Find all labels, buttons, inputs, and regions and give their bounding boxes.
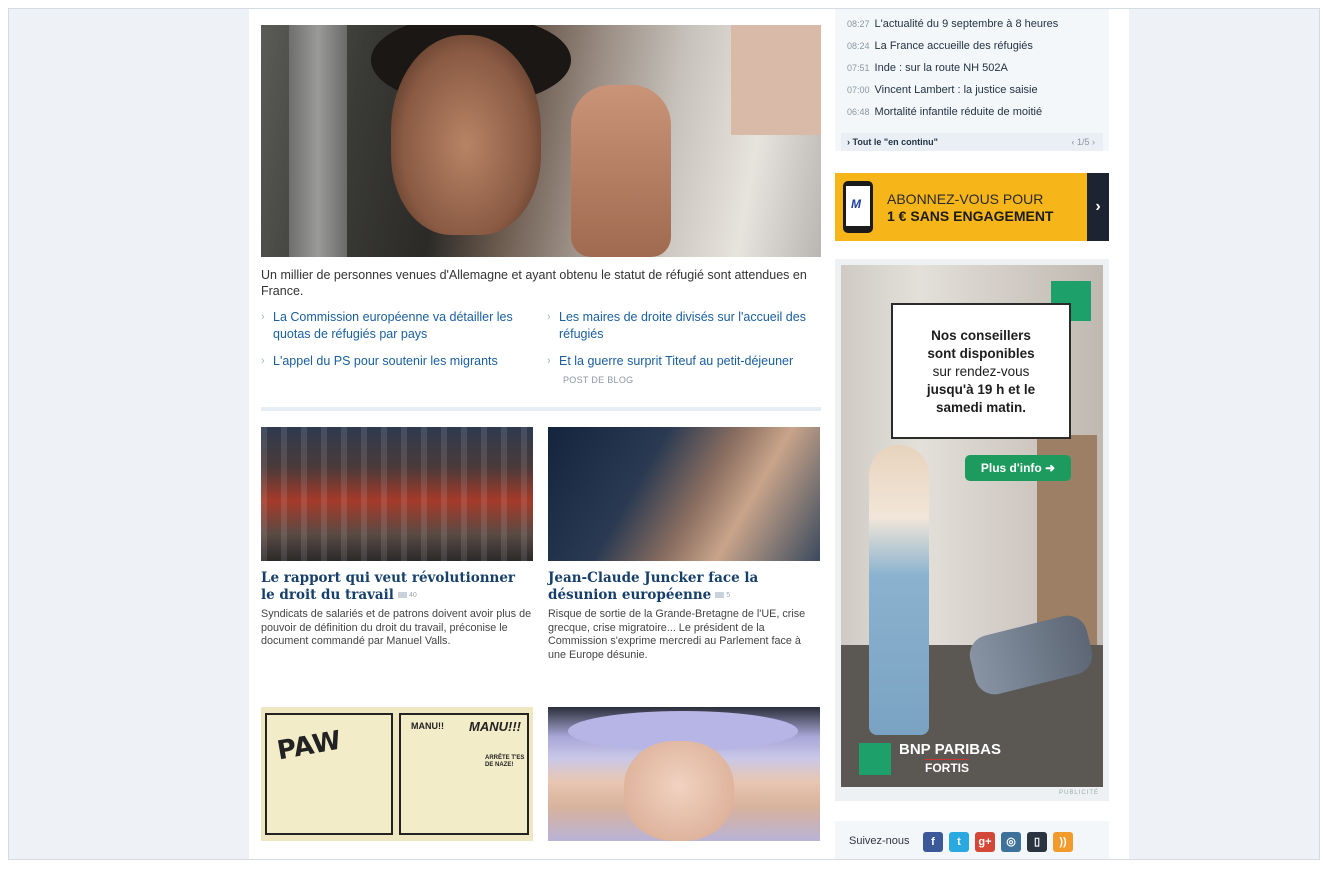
article-summary: Syndicats de salariés et de patrons doiv… bbox=[261, 608, 532, 647]
browser-viewport: Un millier de personnes venues d'Allemag… bbox=[8, 8, 1320, 860]
comic-bubble: ARRÊTE T'ES DE NAZE! bbox=[485, 755, 525, 768]
live-news-item[interactable]: 08:27 L'actualité du 9 septembre à 8 heur… bbox=[847, 17, 1058, 31]
face-shape bbox=[624, 741, 734, 841]
related-link-quotas[interactable]: La Commission européenne va détailler le… bbox=[261, 309, 531, 343]
follow-label: Suivez-nous bbox=[849, 835, 910, 847]
article-title[interactable]: Jean-Claude Juncker face la désunion eur… bbox=[548, 570, 820, 604]
live-news-widget: 08:27 L'actualité du 9 septembre à 8 heur… bbox=[835, 9, 1109, 151]
protest-photo[interactable] bbox=[261, 427, 533, 561]
ad-message-box: Nos conseillers sont disponibles sur ren… bbox=[891, 303, 1071, 439]
related-link-titeuf[interactable]: Et la guerre surprit Titeuf au petit-déj… bbox=[547, 353, 821, 370]
article-card-queen[interactable] bbox=[548, 707, 820, 841]
bnp-star-icon bbox=[859, 743, 891, 775]
brand-logo: M bbox=[851, 197, 861, 211]
blog-post-tag: POST DE BLOG bbox=[563, 375, 634, 385]
all-live-news-link[interactable]: › Tout le "en continu" bbox=[847, 137, 938, 147]
comic-panel: MANU!! MANU!!! ARRÊTE T'ES DE NAZE! bbox=[399, 713, 529, 835]
section-divider bbox=[261, 407, 821, 411]
twitter-icon[interactable]: t bbox=[949, 832, 969, 852]
live-news-footer: › Tout le "en continu" ‹ 1/5 › bbox=[841, 133, 1103, 151]
face-shape bbox=[391, 35, 541, 235]
chevron-right-icon[interactable]: › bbox=[1087, 173, 1109, 241]
queen-photo[interactable] bbox=[548, 707, 820, 841]
live-news-item[interactable]: 06:48 Mortalité infantile réduite de moit… bbox=[847, 105, 1042, 119]
background-window bbox=[731, 25, 821, 135]
comic-bubble: MANU!!! bbox=[469, 719, 521, 734]
ad-label: PUBLICITÉ bbox=[1058, 790, 1099, 796]
related-link-appel-ps[interactable]: L'appel du PS pour soutenir les migrants bbox=[261, 353, 531, 370]
comic-panel: PAW bbox=[265, 713, 393, 835]
comic-bubble: MANU!! bbox=[411, 721, 444, 731]
ad-more-info-button[interactable]: Plus d'info ➜ bbox=[965, 455, 1071, 481]
hero-photo[interactable] bbox=[261, 25, 821, 257]
bus-window-pillar bbox=[289, 25, 347, 257]
advertisement[interactable]: Nos conseillers sont disponibles sur ren… bbox=[835, 259, 1109, 801]
article-card-titeuf[interactable]: PAW MANU!! MANU!!! ARRÊTE T'ES DE NAZE! bbox=[261, 707, 533, 841]
subscribe-line1: ABONNEZ-VOUS POUR bbox=[887, 191, 1044, 207]
article-page: Un millier de personnes venues d'Allemag… bbox=[249, 9, 1129, 859]
article-summary: Risque de sortie de la Grande-Bretagne d… bbox=[548, 608, 806, 661]
instagram-icon[interactable]: ◎ bbox=[1001, 832, 1021, 852]
live-news-item[interactable]: 08:24 La France accueille des réfugiés bbox=[847, 39, 1033, 53]
waving-hand-shape bbox=[571, 85, 671, 257]
comment-count[interactable]: 40 bbox=[398, 587, 417, 604]
subscribe-line2: 1 € SANS ENGAGEMENT bbox=[887, 208, 1054, 224]
comment-count[interactable]: 5 bbox=[715, 587, 730, 604]
comic-sound-effect: PAW bbox=[274, 725, 344, 767]
subscribe-banner[interactable]: M ABONNEZ-VOUS POUR 1 € SANS ENGAGEMENT … bbox=[835, 173, 1109, 241]
phone-icon: M bbox=[843, 181, 873, 233]
juncker-photo[interactable] bbox=[548, 427, 820, 561]
article-card-juncker[interactable]: Jean-Claude Juncker face la désunion eur… bbox=[548, 427, 820, 662]
comic-thumbnail[interactable]: PAW MANU!! MANU!!! ARRÊTE T'ES DE NAZE! bbox=[261, 707, 533, 841]
live-news-item[interactable]: 07:51 Inde : sur la route NH 502A bbox=[847, 61, 1008, 75]
googleplus-icon[interactable]: g+ bbox=[975, 832, 995, 852]
article-title[interactable]: Le rapport qui veut révolutionner le dro… bbox=[261, 570, 533, 604]
live-news-item[interactable]: 07:00 Vincent Lambert : la justice saisie bbox=[847, 83, 1038, 97]
rss-icon[interactable]: )) bbox=[1053, 832, 1073, 852]
live-news-pager[interactable]: ‹ 1/5 › bbox=[1071, 137, 1095, 147]
mobile-icon[interactable]: ▯ bbox=[1027, 832, 1047, 852]
related-link-maires[interactable]: Les maires de droite divisés sur l'accue… bbox=[547, 309, 821, 343]
social-follow-bar: Suivez-nous f t g+ ◎ ▯ )) bbox=[835, 821, 1109, 859]
ad-woman-figure bbox=[869, 445, 929, 735]
ad-image[interactable]: Nos conseillers sont disponibles sur ren… bbox=[841, 265, 1103, 787]
facebook-icon[interactable]: f bbox=[923, 832, 943, 852]
hero-caption: Un millier de personnes venues d'Allemag… bbox=[261, 268, 807, 298]
article-card-droit-travail[interactable]: Le rapport qui veut révolutionner le dro… bbox=[261, 427, 533, 649]
